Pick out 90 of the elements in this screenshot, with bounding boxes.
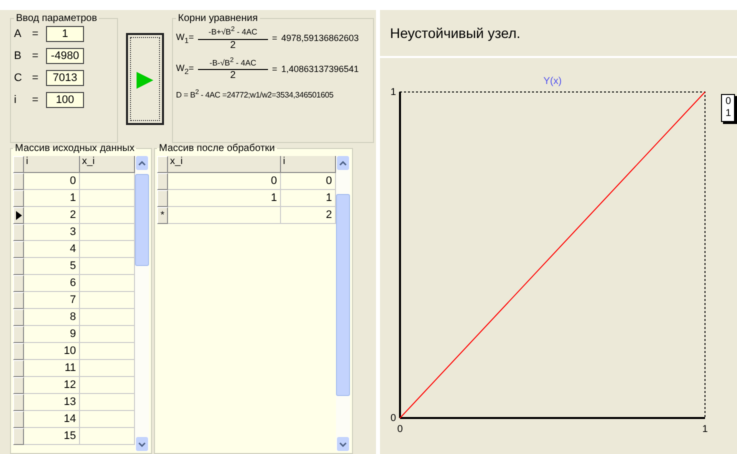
denominator: 2 (230, 40, 236, 51)
table-cell: 2 (281, 207, 336, 224)
table-cell (80, 428, 135, 445)
table-cell (80, 343, 135, 360)
chart-title: Y(x) (543, 76, 562, 87)
root-value: 4978,59136862603 (281, 33, 359, 44)
x-tick-label: 0 (397, 424, 403, 435)
scroll-down-icon[interactable] (136, 437, 148, 451)
equals-sign: = (32, 50, 40, 62)
column-header[interactable]: x_i (168, 156, 281, 173)
table-cell (80, 360, 135, 377)
table-cell: 8 (24, 309, 80, 326)
input-field[interactable]: 7013 (46, 70, 84, 86)
group-title: Массив исходных данных (14, 143, 136, 154)
table-cell (80, 173, 135, 190)
table-cell: 7 (24, 292, 80, 309)
input-field[interactable]: -4980 (46, 48, 84, 64)
column-header[interactable]: x_i (80, 156, 135, 173)
table-cell (80, 224, 135, 241)
field-label: C (14, 72, 23, 84)
scrollbar[interactable] (135, 156, 149, 451)
table-cell (80, 309, 135, 326)
scroll-up-icon[interactable] (337, 156, 349, 170)
equals-sign: = (272, 33, 278, 44)
table-cell (80, 190, 135, 207)
table-cell (80, 394, 135, 411)
formula-label: W$_{1}$= (176, 32, 194, 45)
table-cell: 4 (24, 241, 80, 258)
table-cell: 5 (24, 258, 80, 275)
table-cell: 11 (24, 360, 80, 377)
table-cell: 3 (24, 224, 80, 241)
legend-item: 1 (725, 108, 731, 120)
table-cell: 0 (168, 173, 281, 190)
table-cell: 1 (168, 190, 281, 207)
table-cell (80, 275, 135, 292)
numerator: -B+√B$^{2}$ - 4AC (198, 26, 268, 40)
column-header[interactable]: i (24, 156, 80, 173)
table-cell: 15 (24, 428, 80, 445)
equals-sign: = (32, 28, 40, 40)
table-cell (80, 292, 135, 309)
table-cell: 1 (24, 190, 80, 207)
root-value: 1,40863137396541 (281, 64, 359, 74)
y-tick-label: 1 (390, 87, 396, 98)
scroll-down-icon[interactable] (337, 437, 349, 451)
field-label: A (14, 28, 22, 40)
table-cell (80, 258, 135, 275)
formula-label: W$_{2}$= (176, 62, 194, 76)
table-cell (80, 326, 135, 343)
table-cell: 14 (24, 411, 80, 428)
scroll-up-icon[interactable] (136, 156, 148, 170)
table-cell: 0 (281, 173, 336, 190)
table-cell: 1 (281, 190, 336, 207)
table-cell: 12 (24, 377, 80, 394)
scroll-thumb[interactable] (336, 194, 350, 396)
row-header[interactable]: * (157, 207, 168, 224)
table-cell: 6 (24, 275, 80, 292)
input-field[interactable]: 1 (46, 26, 84, 42)
group-title: Корни уравнения (177, 13, 259, 24)
denominator: 2 (230, 70, 236, 82)
table-cell (80, 241, 135, 258)
new-row-marker: * (160, 210, 164, 221)
table-cell (80, 207, 135, 224)
table-cell: 10 (24, 343, 80, 360)
x-tick-label: 1 (702, 424, 708, 435)
equals-sign: = (32, 72, 40, 84)
row-header (157, 156, 168, 173)
equals-sign: = (32, 94, 40, 106)
input-field[interactable]: 100 (46, 92, 84, 108)
field-label: i (14, 94, 18, 106)
table-cell: 9 (24, 326, 80, 343)
equals-sign: = (272, 64, 278, 74)
chart-panel-title: Неустойчивый узел. (380, 10, 737, 58)
scrollbar[interactable] (336, 156, 350, 451)
discriminant-text: D = B$^{2}$ - 4AC =24772;w1/w2=3534,346501605 (176, 88, 334, 102)
y-tick-label: 0 (390, 413, 396, 424)
table-cell (80, 411, 135, 428)
row-header[interactable] (13, 207, 24, 224)
legend-item: 0 (725, 96, 731, 108)
numerator: -B-√B$^{2}$ - 4AC (198, 56, 268, 70)
scroll-thumb[interactable] (135, 174, 149, 266)
table-cell (80, 377, 135, 394)
pointer-icon (16, 211, 22, 220)
table-cell: 0 (24, 173, 80, 190)
table-cell: 13 (24, 394, 80, 411)
group-title: Ввод параметров (15, 13, 98, 24)
table-cell: 2 (24, 207, 80, 224)
row-header (13, 156, 24, 173)
field-label: B (14, 50, 22, 62)
column-header[interactable]: i (281, 156, 336, 173)
group-title: Массив после обработки (158, 143, 276, 154)
